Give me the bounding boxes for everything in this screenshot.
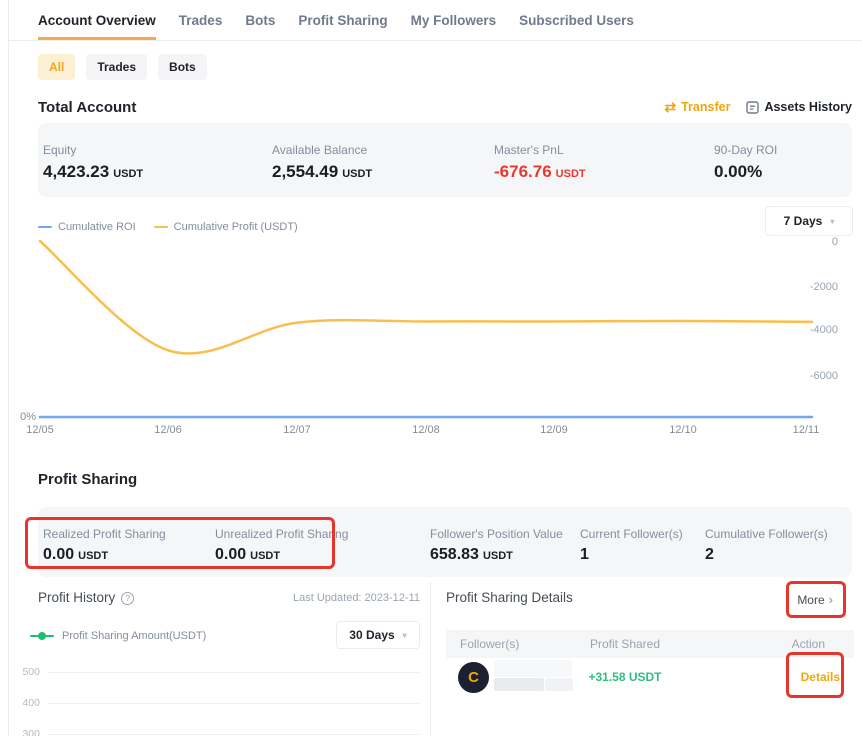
total-account-actions: ⇄ Transfer Assets History — [664, 100, 852, 114]
profit-history-header: Profit History? — [38, 590, 134, 605]
top-tab-bar: Account Overview Trades Bots Profit Shar… — [9, 0, 862, 41]
more-button[interactable]: More › — [797, 592, 833, 607]
column-followers: Follower(s) — [460, 637, 519, 651]
transfer-icon: ⇄ — [664, 100, 676, 114]
filter-bots[interactable]: Bots — [158, 54, 207, 80]
stat-current-followers: Current Follower(s) 1 — [580, 527, 683, 564]
y-axis-tick: -2000 — [794, 281, 838, 293]
stat-follower-position-value: Follower's Position Value 658.83USDT — [430, 527, 563, 564]
y-axis-tick: 0 — [794, 236, 838, 248]
assets-history-button[interactable]: Assets History — [746, 100, 852, 114]
period-select-30days[interactable]: 30 Days ▾ — [336, 621, 420, 649]
tab-trades[interactable]: Trades — [179, 0, 223, 40]
profit-sharing-title: Profit Sharing — [38, 471, 137, 488]
mini-y-tick: 500 — [14, 666, 40, 678]
roi-zero-label: 0% — [12, 411, 36, 423]
gridline — [48, 734, 420, 735]
stat-realized-profit-sharing: Realized Profit Sharing 0.00USDT — [43, 527, 166, 564]
last-updated-label: Last Updated: 2023-12-11 — [293, 592, 420, 604]
x-axis-label: 12/05 — [26, 424, 54, 436]
stat-equity: Equity 4,423.23USDT — [43, 143, 143, 182]
profit-shared-value: +31.58 USDT — [560, 670, 690, 684]
copy-trading-dashboard: Account Overview Trades Bots Profit Shar… — [0, 0, 862, 736]
details-button[interactable]: Details — [801, 670, 840, 684]
legend-profit-sharing-amount[interactable]: Profit Sharing Amount(USDT) — [30, 630, 206, 642]
filter-trades[interactable]: Trades — [86, 54, 147, 80]
y-axis-tick: -4000 — [794, 324, 838, 336]
scope-filter-group: All Trades Bots — [38, 54, 207, 80]
profit-history-title: Profit History — [38, 590, 115, 605]
stat-unrealized-profit-sharing: Unrealized Profit Sharing 0.00USDT — [215, 527, 348, 564]
mini-y-tick: 400 — [14, 697, 40, 709]
chevron-right-icon: › — [829, 592, 833, 607]
details-table-header: Follower(s) Profit Shared Action — [446, 630, 854, 658]
stat-available-balance: Available Balance 2,554.49USDT — [272, 143, 372, 182]
cumulative-profit-line — [40, 241, 812, 354]
profit-sharing-details-title: Profit Sharing Details — [446, 590, 573, 605]
bottom-section-divider — [430, 582, 431, 736]
chevron-down-icon: ▾ — [830, 217, 834, 226]
stat-masters-pnl: Master's PnL -676.76USDT — [494, 143, 586, 182]
assets-history-icon — [746, 101, 759, 114]
profit-sharing-stats-card: Realized Profit Sharing 0.00USDT Unreali… — [38, 507, 852, 577]
x-axis-label: 12/06 — [154, 424, 182, 436]
x-axis-label: 12/10 — [669, 424, 697, 436]
chevron-down-icon: ▾ — [403, 631, 407, 640]
total-account-stats-card: Equity 4,423.23USDT Available Balance 2,… — [38, 123, 852, 197]
follower-avatar: C — [458, 662, 489, 693]
x-axis-label: 12/11 — [793, 424, 820, 436]
column-profit-shared: Profit Shared — [560, 637, 690, 651]
cumulative-performance-chart — [0, 232, 862, 432]
tab-profit-sharing[interactable]: Profit Sharing — [298, 0, 387, 40]
total-account-title: Total Account — [38, 99, 136, 116]
gridline — [48, 703, 420, 704]
assets-history-label: Assets History — [764, 100, 852, 114]
tab-subscribed-users[interactable]: Subscribed Users — [519, 0, 634, 40]
y-axis-tick: -6000 — [794, 370, 838, 382]
stat-cumulative-followers: Cumulative Follower(s) 2 — [705, 527, 828, 564]
help-icon[interactable]: ? — [121, 592, 134, 605]
column-action: Action — [792, 637, 825, 651]
transfer-button[interactable]: ⇄ Transfer — [664, 100, 730, 114]
x-axis-label: 12/07 — [283, 424, 311, 436]
x-axis-label: 12/09 — [540, 424, 568, 436]
tab-account-overview[interactable]: Account Overview — [38, 0, 156, 40]
profit-amount-line-swatch — [30, 635, 54, 637]
filter-all[interactable]: All — [38, 54, 75, 80]
mini-y-tick: 300 — [14, 728, 40, 736]
profit-line-swatch — [154, 226, 168, 228]
stat-90day-roi: 90-Day ROI 0.00% — [714, 143, 777, 182]
transfer-label: Transfer — [681, 100, 730, 114]
follower-name-redacted — [494, 678, 544, 691]
tab-bots[interactable]: Bots — [245, 0, 275, 40]
gridline — [48, 672, 420, 673]
tab-my-followers[interactable]: My Followers — [411, 0, 497, 40]
roi-line-swatch — [38, 226, 52, 228]
x-axis-label: 12/08 — [412, 424, 440, 436]
